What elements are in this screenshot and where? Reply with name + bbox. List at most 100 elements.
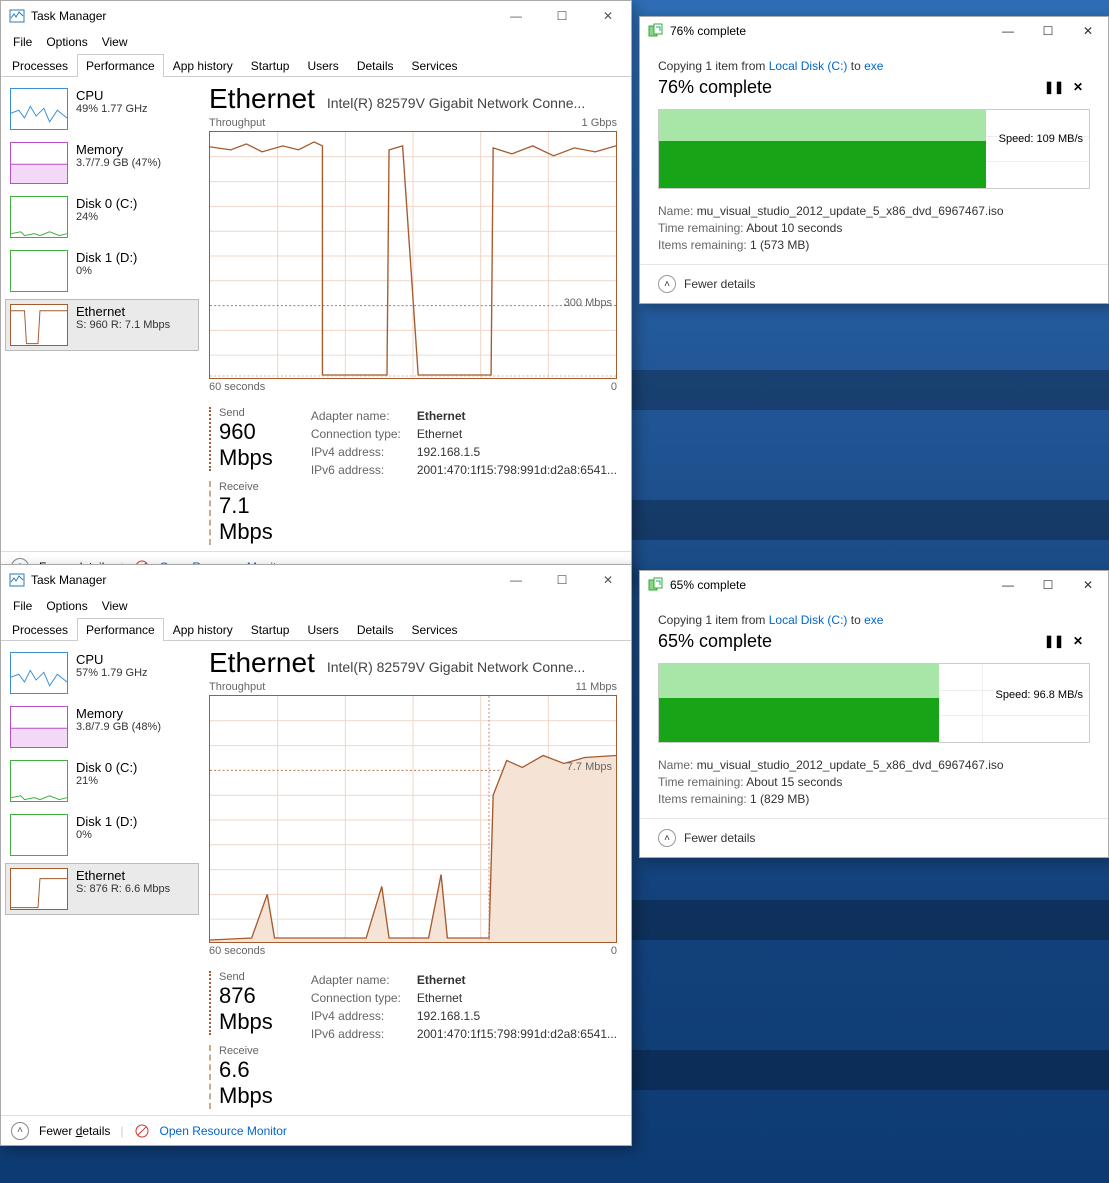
items-remaining: 1 (573 MB): [750, 238, 809, 252]
menu-file[interactable]: File: [7, 597, 38, 615]
chevron-up-icon[interactable]: ˄: [658, 275, 676, 293]
adapter-subtitle: Intel(R) 82579V Gigabit Network Conne...: [327, 659, 617, 675]
tab-details[interactable]: Details: [348, 618, 403, 641]
adapter-subtitle: Intel(R) 82579V Gigabit Network Conne...: [327, 95, 617, 111]
fewer-details-link[interactable]: Fewer details: [39, 1124, 110, 1138]
sidebar-item-sub: S: 960 R: 7.1 Mbps: [76, 319, 170, 331]
chart-ymax: 11 Mbps: [576, 681, 617, 693]
window-title: Task Manager: [31, 9, 106, 23]
pause-button[interactable]: ❚❚: [1042, 75, 1066, 99]
minimize-button[interactable]: —: [988, 17, 1028, 45]
menu-options[interactable]: Options: [40, 597, 93, 615]
sidebar-item-ethernet[interactable]: EthernetS: 960 R: 7.1 Mbps: [5, 299, 199, 351]
tab-app-history[interactable]: App history: [164, 54, 242, 77]
tab-services[interactable]: Services: [403, 618, 467, 641]
sidebar-item-sub: 57% 1.79 GHz: [76, 667, 148, 679]
sidebar-item-cpu[interactable]: CPU57% 1.79 GHz: [5, 647, 199, 699]
percent-complete: 65% complete: [658, 631, 1042, 652]
maximize-button[interactable]: ☐: [1028, 571, 1068, 599]
tab-processes[interactable]: Processes: [3, 618, 77, 641]
copy-dialog-1: 76% complete — ☐ ✕ Copying 1 item from L…: [639, 16, 1109, 304]
resource-monitor-icon: [134, 1123, 150, 1139]
sidebar-item-label: Disk 1 (D:): [76, 250, 137, 265]
titlebar[interactable]: Task Manager — ☐ ✕: [1, 1, 631, 31]
chevron-up-icon[interactable]: ˄: [658, 829, 676, 847]
close-button[interactable]: ✕: [1068, 17, 1108, 45]
menubar: File Options View: [1, 595, 631, 617]
close-button[interactable]: ✕: [585, 565, 631, 595]
perf-main: Ethernet Intel(R) 82579V Gigabit Network…: [203, 641, 631, 1115]
tab-details[interactable]: Details: [348, 54, 403, 77]
copy-progress-icon: [648, 23, 664, 39]
menu-view[interactable]: View: [96, 33, 134, 51]
sidebar-item-disk0[interactable]: Disk 0 (C:)21%: [5, 755, 199, 807]
send-label: Send: [219, 971, 297, 983]
chart-xlabel-left: 60 seconds: [209, 945, 265, 957]
sidebar-item-disk0[interactable]: Disk 0 (C:)24%: [5, 191, 199, 243]
minimize-button[interactable]: —: [493, 565, 539, 595]
sidebar-item-cpu[interactable]: CPU49% 1.77 GHz: [5, 83, 199, 135]
tab-services[interactable]: Services: [403, 54, 467, 77]
tab-users[interactable]: Users: [298, 618, 347, 641]
sidebar-item-label: Disk 0 (C:): [76, 196, 137, 211]
sidebar-item-ethernet[interactable]: EthernetS: 876 R: 6.6 Mbps: [5, 863, 199, 915]
prop-adapter-name: Ethernet: [417, 407, 466, 425]
tabstrip: Processes Performance App history Startu…: [1, 53, 631, 77]
sidebar-item-disk1[interactable]: Disk 1 (D:)0%: [5, 245, 199, 297]
tab-startup[interactable]: Startup: [242, 54, 299, 77]
source-link[interactable]: Local Disk (C:): [769, 59, 848, 73]
dest-link[interactable]: exe: [864, 59, 883, 73]
sidebar-item-label: Memory: [76, 706, 161, 721]
sidebar-item-memory[interactable]: Memory3.8/7.9 GB (48%): [5, 701, 199, 753]
speed-label: Speed: 96.8 MB/s: [994, 689, 1085, 701]
task-manager-window-1: Task Manager — ☐ ✕ File Options View Pro…: [0, 0, 632, 582]
chevron-up-icon[interactable]: ˄: [11, 1122, 29, 1140]
menu-file[interactable]: File: [7, 33, 38, 51]
menubar: File Options View: [1, 31, 631, 53]
maximize-button[interactable]: ☐: [1028, 17, 1068, 45]
sidebar-item-sub: 49% 1.77 GHz: [76, 103, 148, 115]
minimize-button[interactable]: —: [493, 1, 539, 31]
tab-performance[interactable]: Performance: [77, 618, 164, 641]
tab-processes[interactable]: Processes: [3, 54, 77, 77]
tab-users[interactable]: Users: [298, 54, 347, 77]
chart-dashed-label: 300 Mbps: [564, 297, 612, 309]
sidebar-item-sub: 0%: [76, 829, 137, 841]
tab-performance[interactable]: Performance: [77, 54, 164, 77]
maximize-button[interactable]: ☐: [539, 1, 585, 31]
window-title: 65% complete: [670, 578, 746, 592]
titlebar[interactable]: 65% complete — ☐ ✕: [640, 571, 1108, 599]
speed-graph: Speed: 109 MB/s: [658, 109, 1090, 189]
sidebar-item-memory[interactable]: Memory3.7/7.9 GB (47%): [5, 137, 199, 189]
fewer-details-link[interactable]: Fewer details: [684, 831, 755, 845]
pause-button[interactable]: ❚❚: [1042, 629, 1066, 653]
cancel-button[interactable]: ✕: [1066, 75, 1090, 99]
page-title: Ethernet: [209, 647, 315, 679]
cancel-button[interactable]: ✕: [1066, 629, 1090, 653]
fewer-details-link[interactable]: Fewer details: [684, 277, 755, 291]
copy-summary-line: Copying 1 item from Local Disk (C:) to e…: [658, 613, 1090, 627]
maximize-button[interactable]: ☐: [539, 565, 585, 595]
sidebar-item-sub: S: 876 R: 6.6 Mbps: [76, 883, 170, 895]
dest-link[interactable]: exe: [864, 613, 883, 627]
tab-startup[interactable]: Startup: [242, 618, 299, 641]
adapter-properties: Adapter name:Ethernet Connection type:Et…: [311, 407, 617, 545]
minimize-button[interactable]: —: [988, 571, 1028, 599]
close-button[interactable]: ✕: [585, 1, 631, 31]
open-resource-monitor-link[interactable]: Open Resource Monitor: [160, 1124, 287, 1138]
sidebar-item-sub: 24%: [76, 211, 137, 223]
page-title: Ethernet: [209, 83, 315, 115]
source-link[interactable]: Local Disk (C:): [769, 613, 848, 627]
throughput-chart[interactable]: 300 Mbps: [209, 131, 617, 379]
throughput-chart[interactable]: 7.7 Mbps: [209, 695, 617, 943]
menu-view[interactable]: View: [96, 597, 134, 615]
chart-ylabel: Throughput: [209, 681, 265, 693]
sidebar-item-sub: 21%: [76, 775, 137, 787]
menu-options[interactable]: Options: [40, 33, 93, 51]
titlebar[interactable]: Task Manager — ☐ ✕: [1, 565, 631, 595]
sidebar-item-disk1[interactable]: Disk 1 (D:)0%: [5, 809, 199, 861]
close-button[interactable]: ✕: [1068, 571, 1108, 599]
prop-ipv4: 192.168.1.5: [417, 443, 480, 461]
tab-app-history[interactable]: App history: [164, 618, 242, 641]
titlebar[interactable]: 76% complete — ☐ ✕: [640, 17, 1108, 45]
